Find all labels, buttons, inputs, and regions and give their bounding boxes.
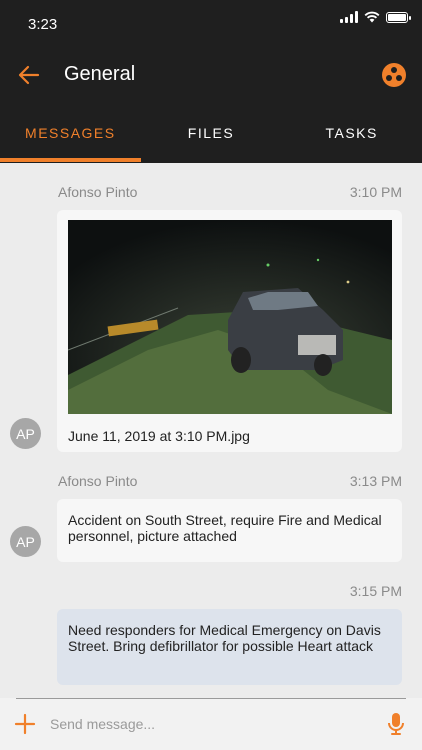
- tab-bar: MESSAGES FILES TASKS: [0, 118, 422, 163]
- wifi-icon: [364, 11, 380, 23]
- message-time: 3:13 PM: [349, 473, 402, 489]
- battery-icon: [386, 11, 411, 23]
- app-header: 3:23 General MESSAGES FILES TASKS: [0, 0, 422, 163]
- message-input[interactable]: [50, 714, 370, 734]
- message-time: 3:10 PM: [349, 184, 402, 200]
- avatar[interactable]: AP: [10, 418, 41, 449]
- signal-icon: [340, 11, 358, 23]
- tab-files[interactable]: FILES: [141, 118, 282, 163]
- composer-divider: [16, 698, 406, 699]
- photo-message-bubble[interactable]: June 11, 2019 at 3:10 PM.jpg: [57, 210, 402, 452]
- message-sender: Afonso Pinto: [58, 473, 138, 489]
- message-time: 3:15 PM: [349, 583, 402, 599]
- page-title: General: [64, 63, 136, 85]
- add-attachment-icon[interactable]: [14, 713, 36, 735]
- message-sender: Afonso Pinto: [58, 184, 138, 200]
- message-text: Accident on South Street, require Fire a…: [68, 512, 382, 544]
- back-arrow-icon[interactable]: [16, 62, 42, 88]
- attached-photo[interactable]: [68, 220, 392, 414]
- status-time: 3:23: [28, 16, 58, 33]
- avatar[interactable]: AP: [10, 526, 41, 557]
- tab-messages[interactable]: MESSAGES: [0, 118, 141, 163]
- active-tab-indicator: [0, 158, 141, 162]
- tab-tasks[interactable]: TASKS: [281, 118, 422, 163]
- message-composer: [0, 698, 422, 750]
- group-members-icon[interactable]: [382, 63, 406, 87]
- microphone-icon[interactable]: [387, 712, 405, 736]
- own-message-bubble[interactable]: Need responders for Medical Emergency on…: [57, 609, 402, 685]
- message-text: Need responders for Medical Emergency on…: [68, 622, 381, 654]
- text-message-bubble[interactable]: Accident on South Street, require Fire a…: [57, 499, 402, 562]
- attachment-filename[interactable]: June 11, 2019 at 3:10 PM.jpg: [68, 428, 250, 444]
- status-icons: [340, 11, 411, 23]
